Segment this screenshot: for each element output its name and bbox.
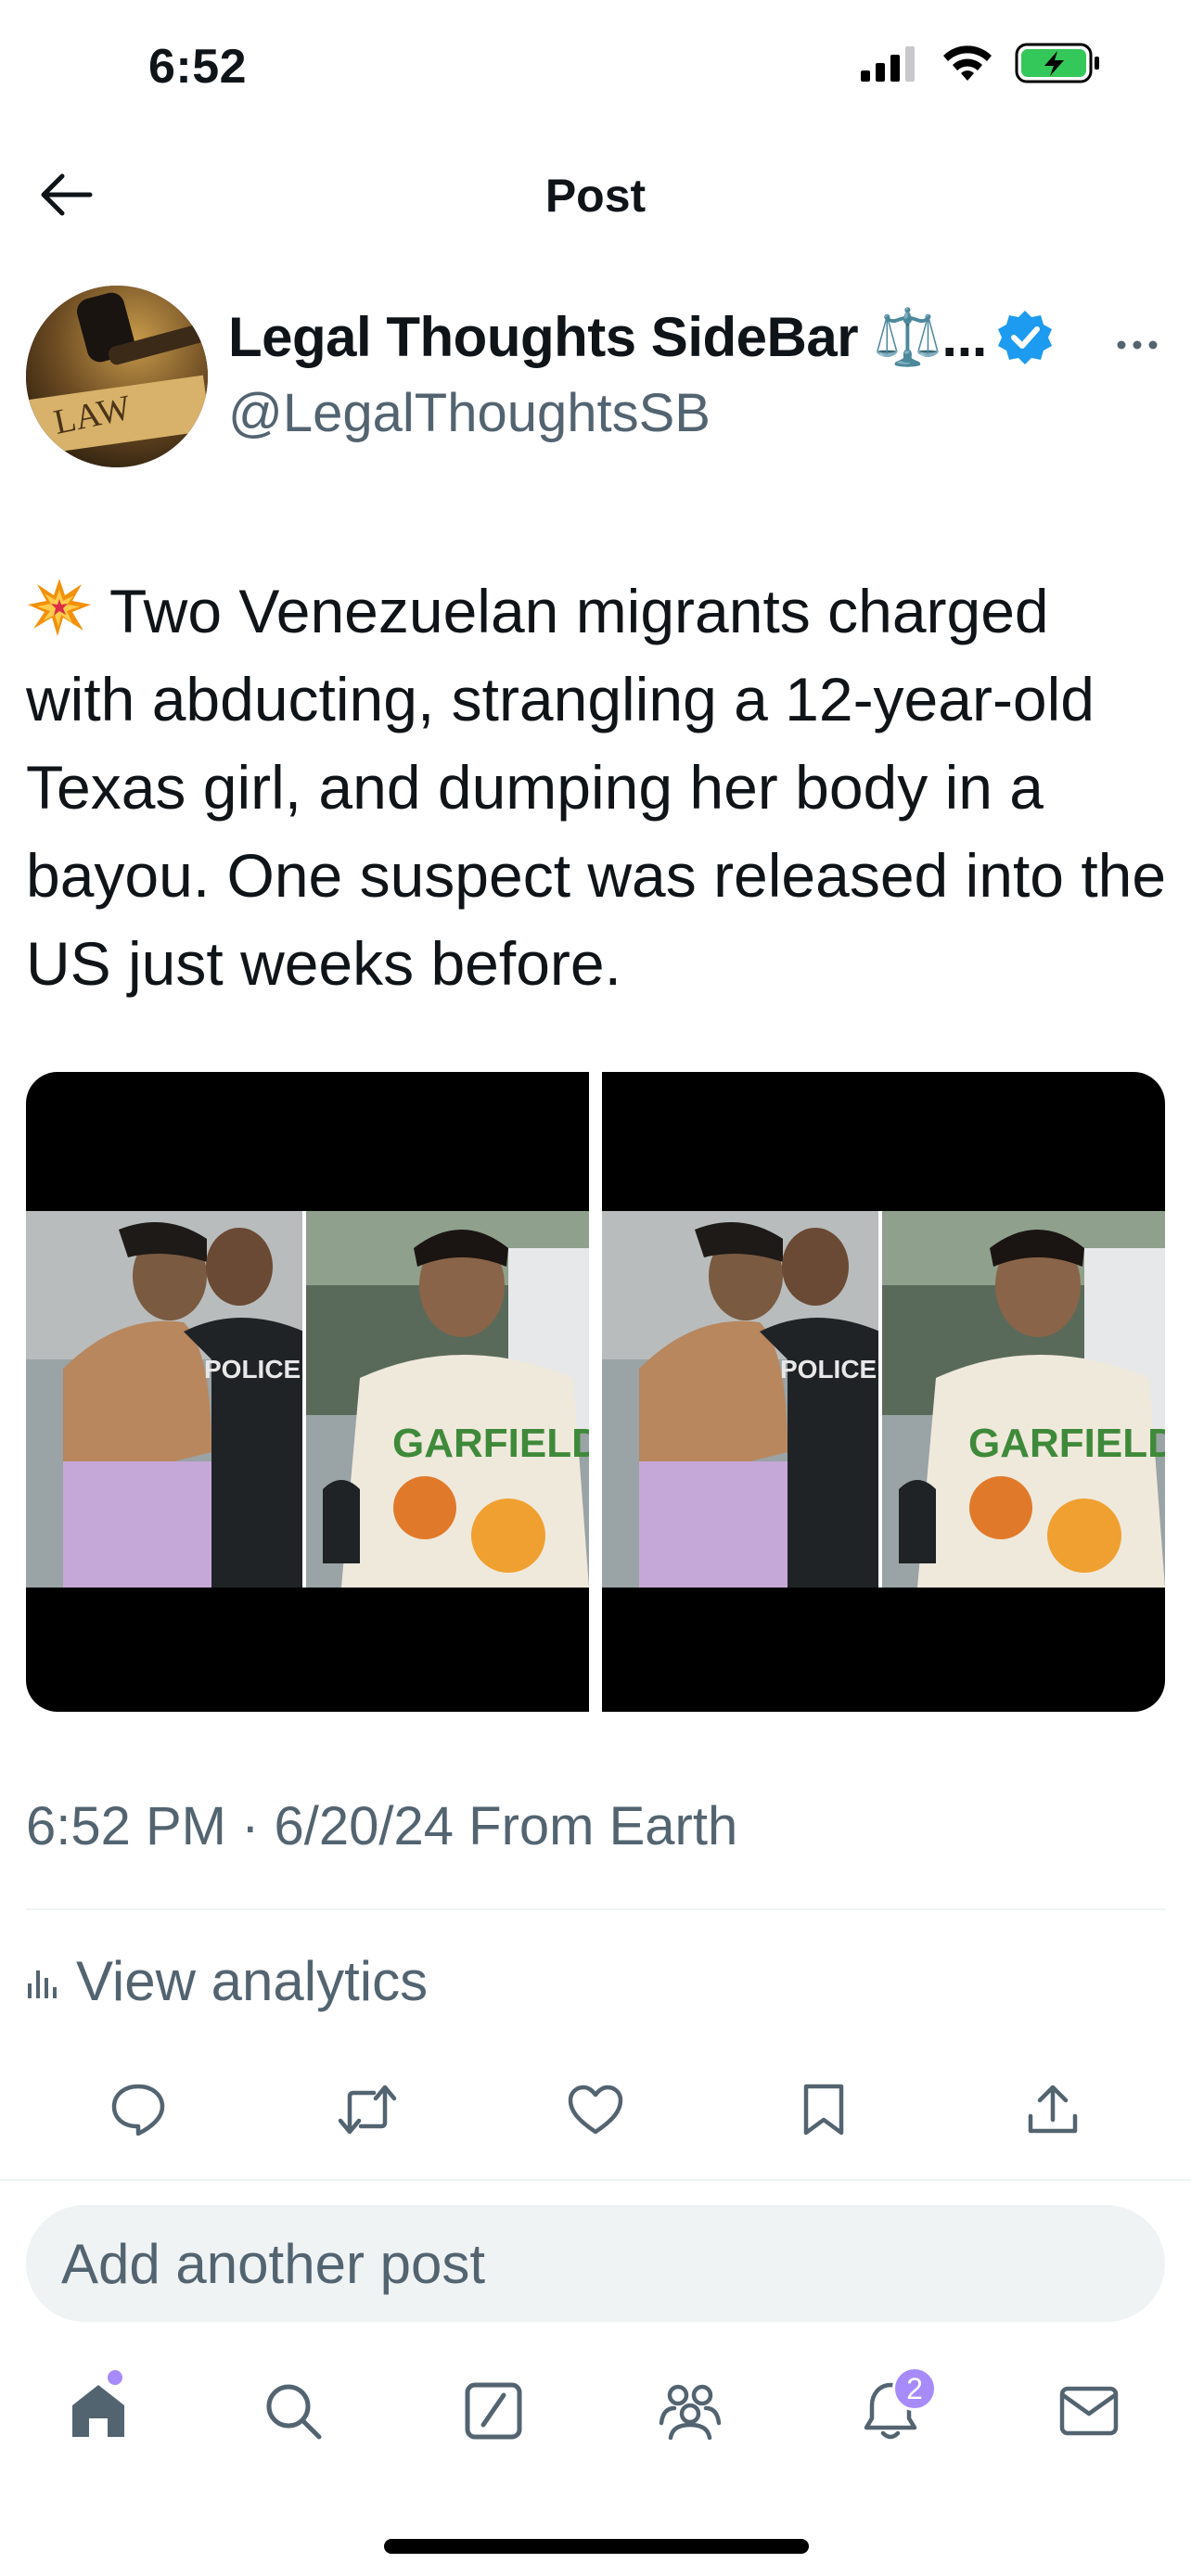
avatar[interactable]: LAW	[26, 286, 208, 467]
display-name-row: Legal Thoughts SideBar ⚖️...	[228, 304, 1054, 370]
reply-icon	[111, 2084, 165, 2136]
analytics-label: View analytics	[76, 1950, 429, 2012]
battery-charging-icon	[1015, 43, 1102, 88]
bookmark-button[interactable]	[782, 2068, 865, 2151]
post-text: Two Venezuelan migrants charged with abd…	[26, 567, 1169, 1008]
communities-icon	[659, 2384, 722, 2440]
media-image[interactable]: POLICE GARFIELD	[602, 1072, 1165, 1712]
police-text: POLICE	[204, 1355, 301, 1384]
home-indicator[interactable]	[384, 2539, 809, 2554]
view-analytics-link[interactable]: View analytics	[26, 1949, 428, 2013]
divider	[26, 1908, 1165, 1910]
tab-messages[interactable]	[1043, 2355, 1135, 2467]
messages-icon	[1059, 2386, 1119, 2436]
grok-icon	[465, 2382, 522, 2440]
tab-search[interactable]	[247, 2355, 339, 2467]
status-time: 6:52	[148, 40, 248, 94]
reply-placeholder: Add another post	[61, 2232, 486, 2295]
verified-badge-icon	[997, 310, 1052, 364]
status-icons	[861, 43, 1102, 88]
police-text: POLICE	[780, 1355, 877, 1384]
home-unread-dot	[108, 2370, 122, 2385]
post-actions	[26, 2068, 1165, 2151]
tab-home[interactable]	[52, 2355, 145, 2467]
reply-button[interactable]	[96, 2068, 180, 2151]
more-options-button[interactable]	[1109, 326, 1165, 363]
home-icon	[72, 2385, 124, 2437]
post-media[interactable]: POLICE GARFIELD POLICE GARFIELD	[26, 1072, 1165, 1712]
analytics-icon	[28, 1970, 57, 1998]
page-title: Post	[544, 170, 647, 222]
cellular-signal-icon	[861, 45, 920, 86]
tab-communities[interactable]	[644, 2355, 736, 2467]
header: Post	[0, 148, 1191, 241]
post-body: Two Venezuelan migrants charged with abd…	[26, 577, 1167, 998]
wifi-icon	[941, 44, 994, 87]
like-button[interactable]	[554, 2068, 637, 2151]
tab-notifications[interactable]: 2	[844, 2355, 937, 2467]
reply-input[interactable]: Add another post	[26, 2205, 1165, 2322]
repost-button[interactable]	[326, 2068, 409, 2151]
tab-bar: 2	[0, 2355, 1191, 2467]
more-icon	[1117, 340, 1158, 350]
shirt-text: GARFIELD	[968, 1421, 1165, 1466]
like-icon	[568, 2085, 623, 2135]
divider	[0, 2179, 1191, 2181]
notification-count-badge: 2	[892, 2366, 937, 2411]
shirt-text: GARFIELD	[392, 1421, 589, 1466]
collision-emoji-icon	[26, 573, 93, 636]
display-name[interactable]: Legal Thoughts SideBar ⚖️...	[228, 304, 987, 370]
tab-grok[interactable]	[447, 2355, 540, 2467]
repost-icon	[338, 2085, 397, 2135]
media-image[interactable]: POLICE GARFIELD	[26, 1072, 589, 1712]
share-button[interactable]	[1011, 2068, 1095, 2151]
search-icon	[266, 2384, 322, 2440]
post-timestamp: 6:52 PM · 6/20/24 From Earth	[26, 1796, 738, 1856]
share-icon	[1028, 2085, 1078, 2134]
post-author: LAW Legal Thoughts SideBar ⚖️... @LegalT…	[26, 286, 1165, 471]
bookmark-icon	[803, 2084, 844, 2136]
status-bar: 6:52	[0, 0, 1191, 139]
author-handle[interactable]: @LegalThoughtsSB	[228, 382, 711, 444]
